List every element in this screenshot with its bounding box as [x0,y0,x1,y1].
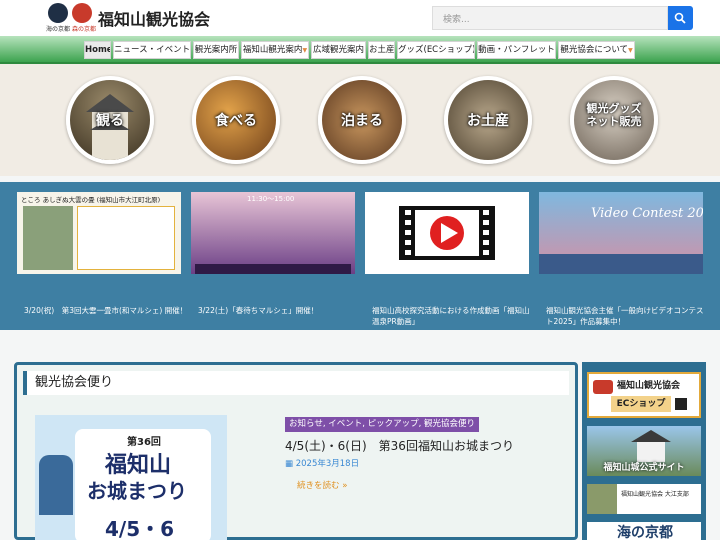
castle-banner-label: 福知山城公式サイト [603,463,685,473]
poster-title-line2: お城まつり [87,479,187,503]
post-date: ▦ 2025年3月18日 [285,457,359,469]
oe-branch-banner[interactable]: 福知山観光協会 大江支部 [587,484,701,514]
slide-flyer [77,206,175,270]
section-title: 観光協会便り [23,371,569,395]
category-hero: 観る 食べる 泊まる お土産 観光グッズ ネット販売 [0,64,720,176]
nav-label: Home [85,45,111,55]
category-label: 観る [96,113,124,129]
slide-card[interactable] [365,192,529,274]
post-tags[interactable]: お知らせ, イベント, ピックアップ, 観光協会便り [285,417,480,432]
logo-left-text: 海の京都 [46,26,71,33]
slide-caption[interactable]: 3/22(土)「春待ちマルシェ」開催！ [198,305,362,316]
slide-photo [539,254,703,274]
category-eat[interactable]: 食べる [192,76,280,164]
mori-logo-icon [593,380,613,394]
site-logo[interactable]: 海の京都 森の京都 [46,3,98,33]
category-label: お土産 [467,113,509,129]
post-thumbnail[interactable]: 第36回 福知山 お城まつり 4/5・6 [35,415,227,540]
nav-label: グッズ(ECショップ) [398,45,475,55]
search-button[interactable] [668,6,693,30]
category-label: 観光グッズ ネット販売 [574,102,654,128]
sidebar: 福知山観光協会 ECショップ 福知山城公式サイト 福知山観光協会 大江支部 海の… [582,362,706,540]
nav-label: ニュース・イベント [114,45,191,55]
slide-image-text: ところ あしぎぬ大雲の畳 (福知山市大江町北原) [21,196,161,204]
nav-label: 観光案内所 [194,45,238,55]
arrow-icon [675,398,687,410]
category-goods-shop[interactable]: 観光グッズ ネット販売 [570,76,658,164]
nav-item-souvenirs[interactable]: お土産 [368,41,395,59]
slide-card[interactable]: 11:30〜15:00 [191,192,355,274]
castle-icon [631,430,671,462]
nav-label: 動画・パンフレット [478,45,555,55]
post-date-text: 2025年3月18日 [295,459,360,469]
nav-item-fukuchiyama-guide[interactable]: 福知山観光案内▼ [241,41,309,59]
category-label: 泊まる [341,113,383,129]
umi-logo-icon [48,3,68,23]
chevron-down-icon: ▼ [302,47,308,54]
slide-caption[interactable]: 福知山高校探究活動における作成動画「福知山温泉PR動画」 [372,305,536,327]
category-souvenirs[interactable]: お土産 [444,76,532,164]
video-icon [399,206,495,260]
branch-banner-label: 福知山観光協会 大江支部 [621,491,689,498]
nav-item-info-center[interactable]: 観光案内所 [193,41,239,59]
news-panel: 観光協会便り 第36回 福知山 お城まつり 4/5・6 お知らせ, イベント, … [14,362,578,540]
read-more-link[interactable]: 続きを読む » [297,479,347,491]
slide-image-text: Video Contest 2025 [591,206,703,221]
search-input[interactable]: 検索... [432,6,668,30]
slide-image-text: 11:30〜15:00 [247,195,295,203]
calendar-icon: ▦ [285,459,296,469]
slide-card[interactable]: Video Contest 2025 [539,192,703,274]
branch-photo [587,484,617,514]
category-label-line1: 観光グッズ [586,102,642,115]
mascot-icon [39,455,73,515]
nav-item-regional-guide[interactable]: 広域観光案内 [311,41,366,59]
poster-date: 4/5・6 [105,517,175,540]
site-header: 海の京都 森の京都 福知山観光協会 検索... [0,0,720,36]
category-label: 食べる [215,113,257,129]
castle-site-banner[interactable]: 福知山城公式サイト [587,426,701,476]
nav-item-news[interactable]: ニュース・イベント [113,41,191,59]
ec-shop-banner[interactable]: 福知山観光協会 ECショップ [587,372,701,418]
nav-label: 福知山観光案内 [242,45,303,55]
poster-edition: 第36回 [127,437,161,448]
category-label-line2: ネット販売 [586,115,642,128]
slide-photo [195,264,351,274]
ec-banner-sub: ECショップ [611,396,671,412]
category-see[interactable]: 観る [66,76,154,164]
nav-label: 広域観光案内 [312,45,364,55]
news-slider: ところ あしぎぬ大雲の畳 (福知山市大江町北原) 11:30〜15:00 Vid… [0,182,720,330]
nav-label: 観光協会について [560,45,629,55]
nav-label: お土産 [369,45,395,55]
nav-item-home[interactable]: Home [84,41,111,59]
nav-item-about[interactable]: 観光協会について▼ [558,41,635,59]
ec-banner-title: 福知山観光協会 [617,381,681,391]
main-nav: Home ニュース・イベント 観光案内所 福知山観光案内▼ 広域観光案内 お土産… [0,36,720,64]
umi-kyoto-banner[interactable]: 海の京都 [587,522,701,540]
category-stay[interactable]: 泊まる [318,76,406,164]
slide-caption[interactable]: 福知山観光協会主催「一般向けビデオコンテスト2025」作品募集中！ [546,305,710,327]
mori-logo-icon [72,3,92,23]
post-title[interactable]: 4/5(土)・6(日) 第36回福知山お城まつり [285,437,514,454]
slide-photo [23,206,73,270]
chevron-down-icon: ▼ [628,47,633,54]
search-icon [674,12,686,24]
nav-item-video-pamphlet[interactable]: 動画・パンフレット [477,41,556,59]
site-title[interactable]: 福知山観光協会 [98,6,210,30]
nav-item-ec-shop[interactable]: グッズ(ECショップ) [397,41,475,59]
umi-banner-label: 海の京都 [617,525,673,540]
slide-card[interactable]: ところ あしぎぬ大雲の畳 (福知山市大江町北原) [17,192,181,274]
slide-caption[interactable]: 3/20(祝) 第3回大雲一畳市(和マルシェ) 開催！ [24,305,188,316]
logo-right-text: 森の京都 [72,26,97,33]
